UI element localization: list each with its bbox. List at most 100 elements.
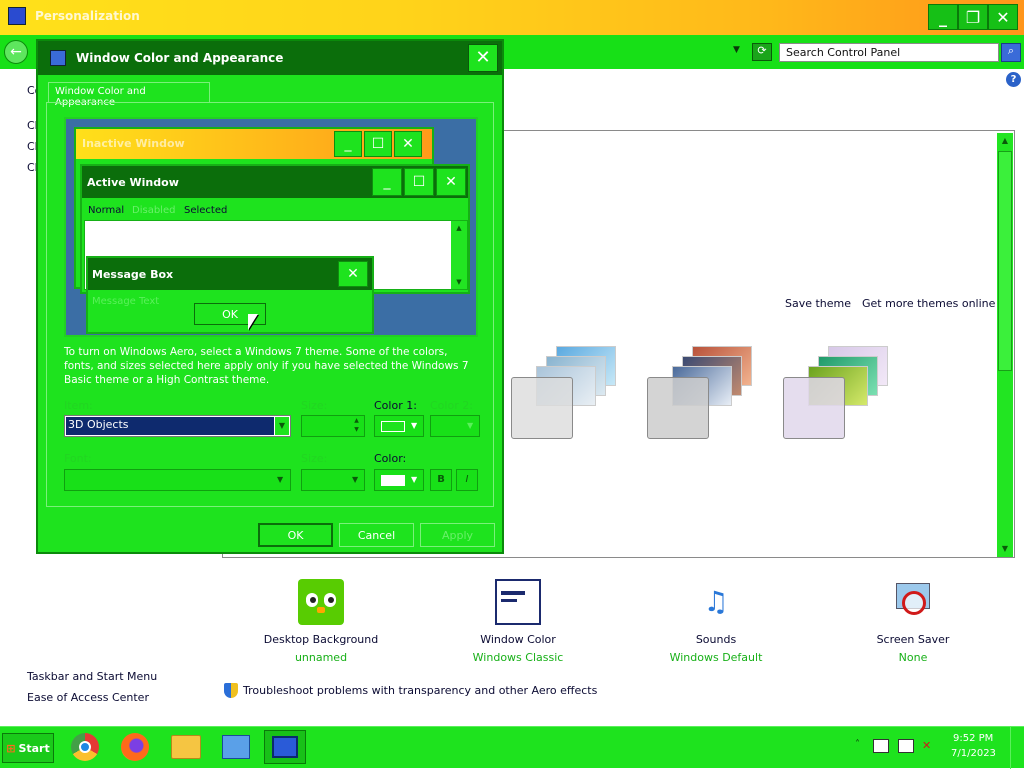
- bold-label: B: [437, 474, 445, 485]
- title-bar: Personalization _ ❐ ✕: [0, 0, 1024, 35]
- troubleshoot-link[interactable]: Troubleshoot problems with transparency …: [243, 684, 597, 697]
- color2-dropdown-icon: ▼: [467, 421, 474, 430]
- maximize-button[interactable]: ❐: [958, 4, 988, 30]
- color2-picker[interactable]: ▼: [430, 415, 480, 437]
- cancel-label: Cancel: [357, 528, 396, 542]
- window-color-icon: [495, 579, 541, 625]
- refresh-icon[interactable]: ⟳: [752, 43, 772, 61]
- font-size-label: Size:: [301, 452, 328, 465]
- preview-close-icon: ✕: [394, 131, 422, 157]
- item-select[interactable]: 3D Objects ▼: [64, 415, 291, 437]
- shield-icon: [224, 683, 238, 698]
- back-arrow-icon[interactable]: ←: [4, 40, 28, 64]
- font-select[interactable]: ▼: [64, 469, 291, 491]
- preview-msgbox-text: Message Text: [92, 296, 160, 307]
- address-dropdown-icon[interactable]: ▼: [733, 45, 740, 55]
- preview-msgbox-title-bar: Message Box ✕: [88, 258, 372, 290]
- network-icon[interactable]: [898, 739, 914, 753]
- bold-button[interactable]: B: [430, 469, 452, 491]
- dialog-close-button[interactable]: ✕: [468, 44, 498, 72]
- sounds-item[interactable]: ♫ Sounds Windows Default: [636, 579, 796, 664]
- apply-button[interactable]: Apply: [420, 523, 495, 547]
- dialog-title-bar: Window Color and Appearance ✕: [38, 41, 502, 75]
- window-color-label: Window Color: [480, 633, 556, 646]
- file-explorer-icon[interactable]: [165, 730, 207, 764]
- theme-card[interactable]: [783, 346, 908, 446]
- window-title: Personalization: [35, 9, 140, 23]
- volume-muted-icon[interactable]: ✕: [922, 739, 936, 753]
- item-select-text: 3D Objects: [68, 418, 129, 431]
- get-more-themes-link[interactable]: Get more themes online: [862, 297, 995, 310]
- preview-scrollbar: ▲ ▼: [451, 221, 467, 289]
- font-size-select[interactable]: ▼: [301, 469, 365, 491]
- tab-panel: Inactive Window _ ☐ ✕ Active Window _ ☐ …: [46, 102, 494, 507]
- window-color-value: Windows Classic: [472, 651, 564, 664]
- action-center-icon[interactable]: [873, 739, 889, 753]
- start-button[interactable]: ⊞ Start: [2, 733, 54, 763]
- chrome-icon[interactable]: [64, 730, 106, 764]
- theme-list-scrollbar[interactable]: ▲ ▼: [997, 133, 1013, 557]
- font-size-dropdown-icon: ▼: [352, 475, 359, 484]
- clock-date[interactable]: 7/1/2023: [951, 748, 996, 759]
- clock-time[interactable]: 9:52 PM: [953, 733, 993, 744]
- tab-window-color[interactable]: Window Color and Appearance: [48, 82, 210, 108]
- show-desktop-button[interactable]: [1010, 727, 1024, 769]
- help-icon[interactable]: ?: [1006, 72, 1021, 87]
- color1-swatch: [381, 421, 405, 432]
- ok-button[interactable]: OK: [258, 523, 333, 547]
- close-button[interactable]: ✕: [988, 4, 1018, 30]
- desktop-background-item[interactable]: Desktop Background unnamed: [241, 579, 401, 664]
- theme-card[interactable]: [647, 346, 772, 446]
- search-input[interactable]: Search Control Panel: [779, 43, 999, 62]
- preview-active-maximize-icon: ☐: [404, 168, 434, 196]
- preview-area: Inactive Window _ ☐ ✕ Active Window _ ☐ …: [64, 117, 478, 337]
- minimize-button[interactable]: _: [928, 4, 958, 30]
- preview-active-close-icon: ✕: [436, 168, 466, 196]
- color1-picker[interactable]: ▼: [374, 415, 424, 437]
- sounds-value: Windows Default: [669, 651, 763, 664]
- preview-active-minimize-icon: _: [372, 168, 402, 196]
- dialog-title: Window Color and Appearance: [76, 51, 284, 65]
- desktop-background-icon: [298, 579, 344, 625]
- scroll-up-icon[interactable]: ▲: [997, 133, 1013, 149]
- control-panel-icon[interactable]: [215, 730, 257, 764]
- theme-thumbnail: [783, 377, 845, 439]
- size-stepper-up-icon[interactable]: ▲: [350, 417, 363, 426]
- preview-msgbox-title: Message Box: [92, 268, 174, 281]
- screen-saver-icon: [890, 579, 936, 625]
- desktop-background-value: unnamed: [294, 651, 348, 664]
- sounds-label: Sounds: [695, 633, 737, 646]
- taskbar: ⊞ Start ˄ ✕ 9:52 PM 7/1/2023: [0, 726, 1024, 769]
- save-theme-link[interactable]: Save theme: [785, 297, 851, 310]
- personalization-taskbar-icon[interactable]: [264, 730, 306, 764]
- preview-msgbox-close-icon: ✕: [338, 261, 368, 287]
- preview-active-title-bar: Active Window _ ☐ ✕: [82, 166, 468, 198]
- scroll-thumb[interactable]: [998, 151, 1012, 371]
- italic-button[interactable]: I: [456, 469, 478, 491]
- font-color-picker[interactable]: ▼: [374, 469, 424, 491]
- size-stepper-down-icon[interactable]: ▼: [350, 426, 363, 435]
- theme-card[interactable]: [511, 346, 636, 446]
- scroll-down-icon[interactable]: ▼: [997, 541, 1013, 557]
- apply-label: Apply: [441, 528, 474, 542]
- start-label: Start: [18, 741, 50, 755]
- see-also-taskbar-link[interactable]: Taskbar and Start Menu: [27, 670, 157, 683]
- desktop-background-label: Desktop Background: [263, 633, 379, 646]
- font-color-dropdown-icon: ▼: [411, 475, 418, 484]
- show-hidden-icons[interactable]: ˄: [855, 739, 860, 750]
- see-also-ease-link[interactable]: Ease of Access Center: [27, 691, 149, 704]
- screen-saver-item[interactable]: Screen Saver None: [833, 579, 993, 664]
- cancel-button[interactable]: Cancel: [339, 523, 414, 547]
- search-icon[interactable]: ⌕: [1001, 43, 1021, 62]
- size-stepper[interactable]: ▲ ▼: [301, 415, 365, 437]
- dialog-app-icon: [50, 50, 66, 66]
- theme-thumbnail: [511, 377, 573, 439]
- item-select-dropdown-icon[interactable]: ▼: [275, 417, 289, 435]
- preview-minimize-icon: _: [334, 131, 362, 157]
- window-app-icon: [8, 7, 26, 25]
- window-color-item[interactable]: Window Color Windows Classic: [438, 579, 598, 664]
- preview-active-title: Active Window: [87, 176, 179, 189]
- search-placeholder: Search Control Panel: [786, 46, 901, 59]
- firefox-icon[interactable]: [114, 730, 156, 764]
- font-label: Font:: [64, 452, 92, 465]
